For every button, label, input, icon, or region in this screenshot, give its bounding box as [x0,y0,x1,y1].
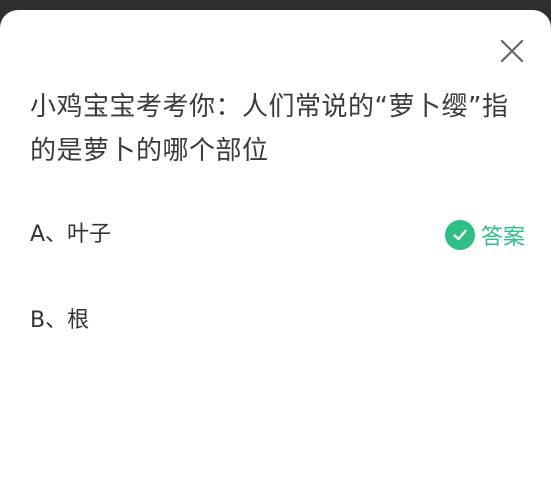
question-line-1: 小鸡宝宝考考你：人们常说的“萝卜缨”指 [30,92,509,122]
question-text: 小鸡宝宝考考你：人们常说的“萝卜缨”指 的是萝卜的哪个部位 [30,85,525,173]
quiz-sheet: 小鸡宝宝考考你：人们常说的“萝卜缨”指 的是萝卜的哪个部位 A、叶子 答案 B、… [0,10,551,500]
option-a-label: A、叶子 [30,222,112,247]
answer-tag-label: 答案 [480,225,525,250]
close-icon [500,39,524,63]
answer-tag: 答案 [444,216,525,254]
option-b[interactable]: B、根 [30,300,525,342]
check-circle-icon [444,220,475,250]
close-button[interactable] [499,38,525,64]
question-line-2: 的是萝卜的哪个部位 [30,136,269,166]
option-b-label: B、根 [30,308,90,333]
